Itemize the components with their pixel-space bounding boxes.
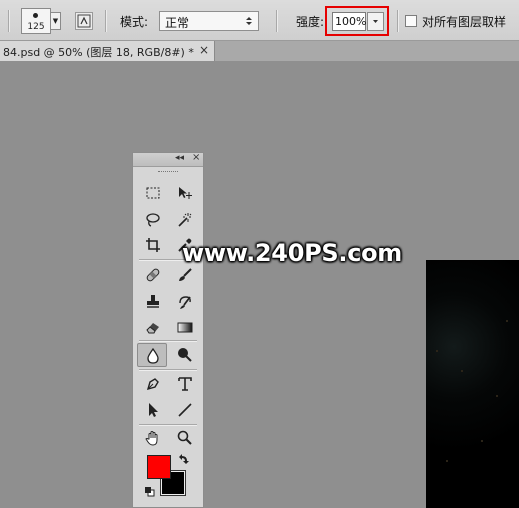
mode-select[interactable]: 正常	[159, 11, 259, 31]
type-icon	[178, 377, 192, 391]
options-bar: 125 ▼ 模式: 正常 强度: 100% 对所有图层取样	[0, 0, 519, 41]
separator	[8, 10, 10, 32]
magic-wand-icon	[178, 213, 192, 227]
panel-grip[interactable]	[158, 171, 178, 174]
mode-label: 模式:	[120, 15, 149, 29]
brush-dropdown-button[interactable]: ▼	[50, 12, 61, 30]
separator	[139, 340, 197, 342]
blur-tool[interactable]	[137, 343, 167, 367]
foreground-color-swatch[interactable]	[147, 455, 171, 479]
rectangular-marquee-tool[interactable]	[138, 181, 168, 205]
strength-highlight-box	[325, 6, 389, 36]
sample-all-layers-label: 对所有图层取样	[422, 15, 507, 29]
brush-preset-picker[interactable]: 125	[21, 8, 51, 34]
lasso-icon	[146, 213, 160, 227]
path-selection-tool[interactable]	[138, 398, 168, 422]
brush-tip-icon	[33, 13, 38, 18]
spot-healing-brush-tool[interactable]	[138, 263, 168, 287]
line-tool[interactable]	[170, 398, 200, 422]
bandage-icon	[146, 268, 160, 282]
hand-icon	[145, 431, 158, 446]
tools-panel-header[interactable]: ◂◂ ×	[133, 152, 203, 167]
gradient-icon	[177, 322, 193, 333]
line-icon	[178, 403, 192, 417]
pen-icon	[146, 378, 159, 391]
strength-label: 强度:	[296, 15, 325, 29]
lasso-tool[interactable]	[138, 208, 168, 232]
sample-all-layers-checkbox[interactable]	[405, 15, 417, 27]
swap-colors-icon[interactable]	[177, 453, 189, 465]
crop-tool[interactable]	[138, 233, 168, 257]
arrow-pointer-icon	[149, 403, 158, 417]
pen-tool[interactable]	[138, 372, 168, 396]
drop-icon	[147, 348, 159, 364]
clone-stamp-tool[interactable]	[138, 290, 168, 314]
history-brush-tool[interactable]	[170, 290, 200, 314]
collapse-panel-icon[interactable]: ◂◂	[175, 153, 184, 163]
watermark-text: www.240PS.com	[182, 239, 403, 267]
close-panel-icon[interactable]: ×	[192, 152, 200, 163]
mode-value: 正常	[165, 16, 190, 30]
zoom-tool[interactable]	[170, 426, 200, 450]
move-icon	[179, 187, 192, 199]
stamp-icon	[147, 295, 159, 308]
canvas-image[interactable]	[426, 260, 519, 508]
dodge-tool[interactable]	[170, 343, 200, 367]
document-title: 84.psd @ 50% (图层 18, RGB/8#) *	[3, 46, 194, 59]
eraser-icon	[146, 323, 159, 334]
tools-panel: ◂◂ ×	[132, 152, 204, 508]
magnifier-icon	[177, 430, 192, 445]
quick-selection-tool[interactable]	[170, 208, 200, 232]
close-tab-icon[interactable]: ×	[199, 43, 209, 57]
marquee-icon	[146, 187, 160, 199]
brush-panel-toggle-button[interactable]	[75, 12, 93, 30]
eraser-tool[interactable]	[138, 315, 168, 339]
history-brush-icon	[179, 296, 191, 309]
separator	[139, 369, 197, 371]
hand-tool[interactable]	[138, 426, 168, 450]
separator	[397, 10, 399, 32]
default-colors-icon[interactable]	[144, 486, 155, 497]
document-tab-strip: 84.psd @ 50% (图层 18, RGB/8#) * ×	[0, 41, 519, 61]
brush-panel-icon	[77, 14, 91, 28]
brush-size: 125	[27, 22, 45, 32]
separator	[276, 10, 278, 32]
move-tool[interactable]	[170, 181, 200, 205]
type-tool[interactable]	[170, 372, 200, 396]
updown-arrows-icon	[246, 17, 252, 25]
separator	[105, 10, 107, 32]
dodge-icon	[178, 348, 192, 362]
gradient-tool[interactable]	[170, 315, 200, 339]
crop-icon	[146, 238, 160, 252]
brush-icon	[179, 268, 192, 281]
document-tab[interactable]: 84.psd @ 50% (图层 18, RGB/8#) * ×	[0, 41, 215, 61]
